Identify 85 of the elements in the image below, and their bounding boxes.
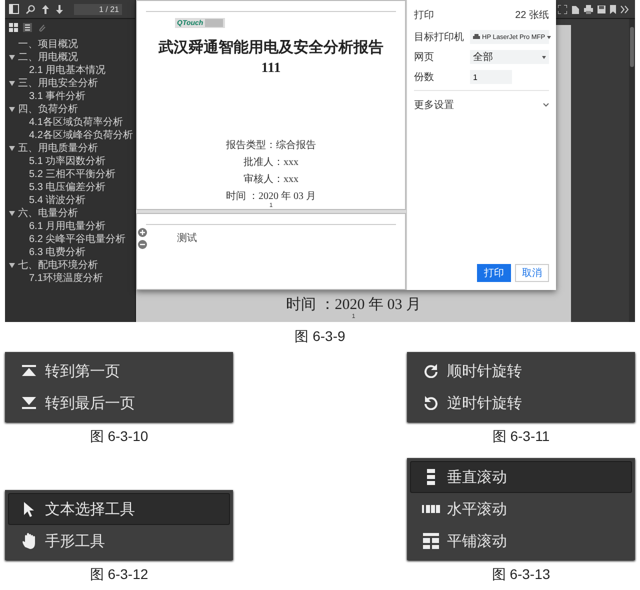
expand-toggle-icon[interactable] [9, 146, 15, 151]
thumbnails-icon[interactable] [9, 23, 18, 32]
outline-item[interactable]: 2.1 用电基本情况 [29, 64, 106, 76]
outline-item[interactable]: 4.2各区域峰谷负荷分析 [29, 130, 133, 142]
menu-item[interactable]: 转到第一页 [8, 355, 230, 387]
outline-item[interactable]: 5.2 三相不平衡分析 [29, 168, 116, 180]
print-button[interactable]: 打印 [477, 264, 511, 282]
up-arrow-icon[interactable] [42, 4, 49, 14]
outline-item[interactable]: 五、用电质量分析 [18, 142, 98, 154]
figure-caption: 图 6-3-11 [492, 428, 550, 444]
report-field: 报告类型：综合报告 [226, 138, 316, 152]
outline-item[interactable]: 七、配电环境分析 [18, 260, 98, 272]
copies-field[interactable]: 1 [470, 70, 512, 84]
menu-item[interactable]: 手形工具 [8, 525, 230, 557]
rotate-clockwise-icon [424, 364, 438, 378]
outline-item[interactable]: 三、用电安全分析 [18, 78, 98, 90]
figure-caption: 图 6-3-10 [90, 428, 148, 444]
menu-item[interactable]: 文本选择工具 [8, 493, 230, 525]
outline-item[interactable]: 二、用电概况 [18, 52, 78, 64]
attachment-icon[interactable] [37, 23, 46, 32]
search-icon[interactable] [26, 4, 35, 14]
menu-item[interactable]: 垂直滚动 [410, 461, 632, 493]
expand-toggle-icon[interactable] [9, 81, 15, 86]
report-title: 武汉舜通智能用电及安全分析报告 [158, 38, 384, 57]
expand-toggle-icon[interactable] [9, 107, 15, 112]
bookmark-icon[interactable] [610, 4, 616, 14]
zoom-in-icon[interactable] [138, 228, 147, 237]
report-field: 审核人：xxx [244, 172, 298, 186]
expand-toggle-icon[interactable] [9, 263, 15, 268]
outline-item[interactable]: 六、电量分析 [18, 208, 78, 220]
go-to-top-icon [22, 365, 36, 377]
outline-icon[interactable] [23, 23, 32, 32]
figure-caption: 图 6-3-12 [90, 566, 148, 582]
hand-icon [22, 533, 36, 549]
outline-item[interactable]: 3.1 事件分析 [29, 90, 86, 102]
menu-item[interactable]: 转到最后一页 [8, 387, 230, 419]
outline-item[interactable]: 4.1各区域负荷率分析 [29, 116, 123, 128]
cursor-icon [24, 502, 34, 516]
outline-item[interactable]: 6.2 尖峰平谷电量分析 [29, 234, 126, 246]
figure-caption: 图 6-3-13 [492, 566, 550, 582]
pages-dropdown[interactable]: 全部 [470, 50, 549, 64]
rotate-counterclockwise-icon [424, 396, 438, 410]
go-to-bottom-icon [22, 397, 36, 409]
figure-caption: 图 6-3-9 [294, 328, 346, 344]
outline-item[interactable]: 5.3 电压偏差分析 [29, 182, 106, 194]
expand-toggle-icon[interactable] [9, 211, 15, 216]
cancel-button[interactable]: 取消 [515, 264, 549, 282]
menu-item[interactable]: 逆时针旋转 [410, 387, 632, 419]
outline-item[interactable]: 6.1 月用电量分析 [29, 220, 106, 232]
outline-item[interactable]: 5.1 功率因数分析 [29, 156, 106, 168]
down-arrow-icon[interactable] [56, 4, 63, 14]
menu-item[interactable]: 水平滚动 [410, 493, 632, 525]
expand-toggle-icon[interactable] [9, 55, 15, 60]
chevron-down-icon[interactable] [543, 103, 549, 107]
open-file-icon[interactable] [571, 4, 580, 14]
scrollbar[interactable] [630, 27, 634, 67]
menu-item[interactable]: 平铺滚动 [410, 525, 632, 557]
setting-label: 份数 [414, 71, 435, 84]
fullscreen-icon[interactable] [558, 4, 567, 14]
report-field: 批准人：xxx [244, 155, 298, 169]
horizontal-scroll-icon [422, 505, 440, 513]
wrapped-scroll-icon [423, 533, 439, 549]
menu-item[interactable]: 顺时针旋转 [410, 355, 632, 387]
double-chevron-icon[interactable] [620, 4, 629, 14]
more-settings-toggle[interactable]: 更多设置 [414, 98, 454, 112]
sheet-count: 22 张纸 [515, 8, 549, 22]
report-date: 时间 ：2020 年 03 月 [286, 296, 421, 314]
save-icon[interactable] [597, 4, 606, 14]
outline-item[interactable]: 6.3 电费分析 [29, 246, 86, 258]
page-number-field[interactable]: 1 / 21 [74, 4, 122, 14]
zoom-out-icon[interactable] [138, 240, 147, 249]
outline-item[interactable]: 四、负荷分析 [18, 104, 78, 116]
setting-label: 目标打印机 [414, 30, 465, 44]
setting-label: 网页 [414, 51, 435, 64]
print-icon[interactable] [584, 4, 593, 14]
report-field: 时间 ：2020 年 03 月 [226, 189, 316, 203]
outline-item[interactable]: 一、项目概况 [18, 38, 78, 50]
printer-icon [473, 34, 480, 40]
report-subtitle: 111 [261, 61, 281, 77]
outline-item[interactable]: 5.4 谐波分析 [29, 194, 86, 206]
vertical-scroll-icon [427, 469, 435, 485]
outline-item[interactable]: 7.1环境温度分析 [29, 272, 103, 284]
section-heading: 测试 [177, 232, 197, 245]
dialog-title: 打印 [414, 8, 434, 22]
sidebar-toggle-icon[interactable] [9, 4, 19, 14]
